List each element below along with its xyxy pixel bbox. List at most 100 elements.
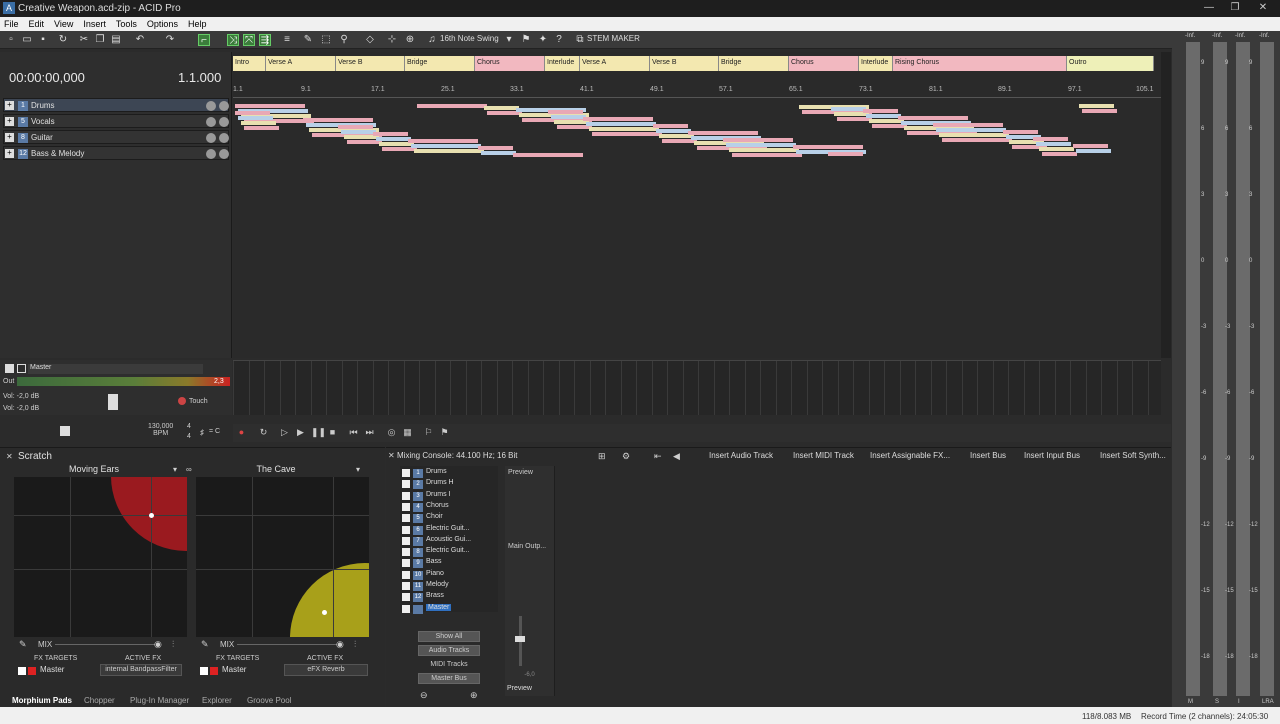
scrub-icon[interactable]: ⊹	[386, 34, 398, 46]
settings-icon[interactable]: ✦	[537, 34, 549, 46]
target-toggle[interactable]	[18, 667, 26, 675]
close-icon[interactable]: ✕	[6, 452, 13, 461]
track-visibility-checkbox[interactable]	[402, 514, 410, 523]
active-fx-right[interactable]: eFX Reverb	[284, 664, 368, 676]
new-file-icon[interactable]: ▫	[5, 34, 17, 46]
marker[interactable]: Outro	[1067, 56, 1154, 71]
track-row[interactable]: + 5 Vocals	[3, 114, 229, 128]
target-toggle[interactable]	[200, 667, 208, 675]
track-name[interactable]: Bass & Melody	[31, 149, 84, 158]
mixer-track-item[interactable]: 1 Drums	[402, 468, 447, 479]
clip[interactable]	[1033, 137, 1068, 141]
menu-edit[interactable]: Edit	[29, 19, 45, 29]
clip[interactable]	[583, 117, 653, 121]
help-icon[interactable]: ?	[553, 34, 565, 46]
marker[interactable]: Intro	[233, 56, 266, 71]
master-volume-fader[interactable]	[108, 394, 118, 410]
menu-file[interactable]: File	[4, 19, 19, 29]
xy-pad-right[interactable]	[196, 477, 369, 637]
pad-handle[interactable]	[322, 610, 327, 615]
clip[interactable]	[548, 110, 583, 114]
mixer-track-item[interactable]: 12 Brass	[402, 592, 444, 603]
expand-icon[interactable]: +	[5, 133, 14, 142]
track-visibility-checkbox[interactable]	[402, 469, 410, 477]
menu-insert[interactable]: Insert	[83, 19, 106, 29]
draw-icon[interactable]: ✎	[302, 34, 314, 46]
layout-icon[interactable]: ⊞	[598, 451, 606, 462]
clip[interactable]	[653, 124, 688, 128]
cut-icon[interactable]: ✂	[78, 34, 90, 46]
select-icon[interactable]: ⬚	[320, 34, 332, 46]
link-icon[interactable]: ∞	[186, 465, 192, 474]
tab-groove-pool[interactable]: Groove Pool	[247, 696, 291, 705]
mix-knob-icon[interactable]: ◉	[154, 639, 162, 650]
undo-icon[interactable]: ↶	[134, 34, 146, 46]
arm-icon[interactable]	[219, 149, 229, 159]
redo-icon[interactable]: ↷	[164, 34, 176, 46]
zoom-out-icon[interactable]: ⊖	[420, 690, 428, 701]
mixer-track-item[interactable]: 11 Melody	[402, 581, 449, 592]
time-signature-top[interactable]: 4	[187, 423, 191, 430]
touch-automation-icon[interactable]	[178, 397, 186, 405]
snap-icon[interactable]: ⌐	[198, 34, 210, 46]
marker-icon[interactable]: ⚐	[423, 427, 434, 438]
zoom-icon[interactable]: ⊕	[404, 34, 416, 46]
clip[interactable]	[513, 153, 583, 157]
expand-icon[interactable]: +	[5, 149, 14, 158]
mix-slider-right[interactable]	[237, 644, 337, 645]
clip[interactable]	[898, 116, 968, 120]
track-visibility-checkbox[interactable]	[402, 570, 410, 579]
metronome-toggle-icon[interactable]: ◎	[386, 427, 397, 438]
clip[interactable]	[484, 106, 519, 110]
clip[interactable]	[1039, 147, 1074, 151]
open-folder-icon[interactable]: ▭	[21, 34, 33, 46]
track-name[interactable]: Guitar	[31, 133, 53, 142]
track-visibility-checkbox[interactable]	[402, 491, 410, 500]
clip[interactable]	[933, 123, 1003, 127]
master-bus-button[interactable]: Master Bus	[418, 673, 480, 684]
grid-icon[interactable]: ▦	[402, 427, 413, 438]
menu-view[interactable]: View	[54, 19, 73, 29]
track-visibility-checkbox[interactable]	[402, 525, 410, 534]
clip[interactable]	[408, 139, 478, 143]
mixer-track-item[interactable]: 7 Acoustic Gui...	[402, 536, 471, 547]
track-name[interactable]: Vocals	[31, 117, 55, 126]
clip[interactable]	[688, 131, 758, 135]
gear-icon[interactable]: ⚙	[622, 451, 630, 462]
mixer-settings-icon[interactable]: ⫶	[354, 639, 356, 650]
clip[interactable]	[481, 151, 516, 155]
fx-icon[interactable]	[206, 133, 216, 143]
fx-icon[interactable]	[206, 149, 216, 159]
mixer-track-item[interactable]: Master	[402, 603, 452, 615]
clip[interactable]	[939, 133, 1009, 137]
clip[interactable]	[936, 128, 1006, 132]
edit-icon[interactable]: ✎	[201, 639, 209, 650]
track-visibility-checkbox[interactable]	[402, 548, 410, 557]
timecode-display[interactable]: 00:00:00,000	[9, 70, 85, 85]
marker[interactable]: Interlude	[859, 56, 893, 71]
clip[interactable]	[376, 137, 411, 141]
bpm-value[interactable]: 130,000	[148, 423, 173, 430]
speaker-icon[interactable]: ◀	[673, 451, 680, 462]
tab-chopper[interactable]: Chopper	[84, 696, 115, 705]
clip[interactable]	[373, 132, 408, 136]
metronome-icon[interactable]: ⚑	[520, 34, 532, 46]
close-icon[interactable]: ✕	[1250, 1, 1276, 15]
expand-icon[interactable]: +	[5, 101, 14, 110]
clip[interactable]	[235, 111, 270, 115]
clip[interactable]	[586, 122, 656, 126]
track-visibility-checkbox[interactable]	[402, 559, 410, 568]
track-row[interactable]: + 12 Bass & Melody	[3, 146, 229, 160]
preview-fader-cap[interactable]	[515, 636, 525, 642]
track-visibility-checkbox[interactable]	[402, 502, 410, 511]
clip[interactable]	[863, 109, 898, 113]
clip[interactable]	[1082, 109, 1117, 113]
fx-icon[interactable]	[206, 101, 216, 111]
master-select-icon[interactable]	[17, 364, 26, 373]
clip[interactable]	[1076, 149, 1111, 153]
mixer-track-item[interactable]: 3 Drums I	[402, 491, 451, 502]
marker[interactable]: Interlude	[545, 56, 580, 71]
save-icon[interactable]: ▪	[37, 34, 49, 46]
clip[interactable]	[1003, 130, 1038, 134]
track-visibility-checkbox[interactable]	[402, 536, 410, 545]
